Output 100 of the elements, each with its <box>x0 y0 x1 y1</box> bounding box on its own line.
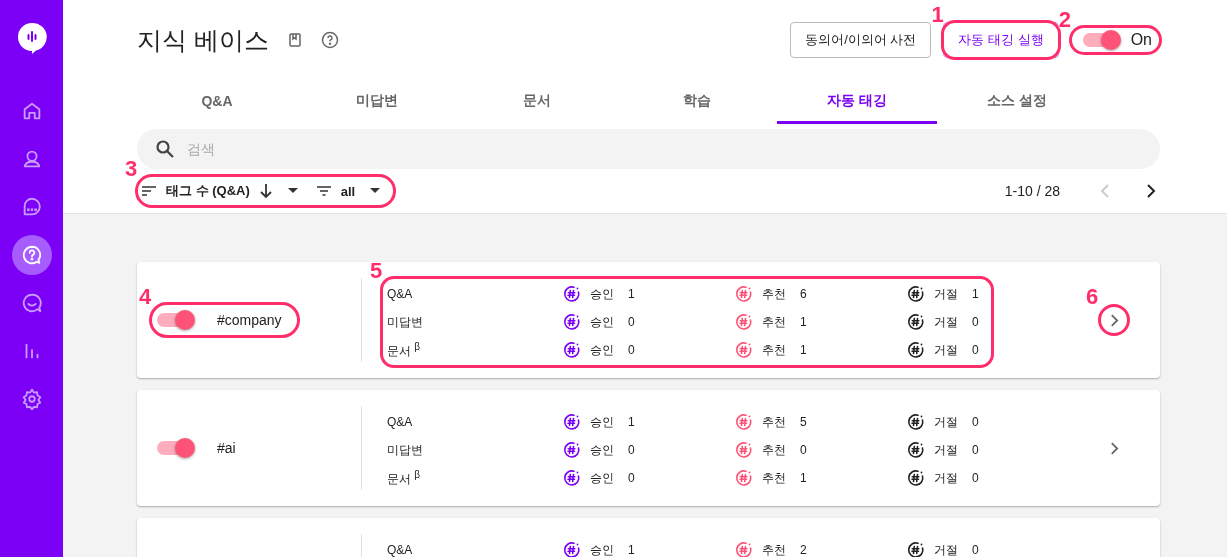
toggle-switch[interactable] <box>157 441 193 455</box>
logo-icon <box>16 22 47 54</box>
stat-label: 추천 <box>762 441 786 459</box>
stat-value: 1 <box>800 471 807 485</box>
hashtag-icon <box>562 540 582 557</box>
settings-icon <box>20 388 43 410</box>
stat-value: 0 <box>972 443 979 457</box>
hashtag-icon <box>906 412 926 432</box>
source-label: 미답변 <box>387 313 424 331</box>
caret-icon <box>287 188 298 194</box>
stat-label: 거절 <box>934 313 958 331</box>
stat-value: 0 <box>972 415 979 429</box>
caret-icon <box>370 188 381 194</box>
sort-icon <box>141 185 157 197</box>
chevron-right-icon <box>1146 184 1156 198</box>
stat-label: 거절 <box>934 413 958 431</box>
hashtag-icon <box>562 284 582 304</box>
callout-number: 4 <box>139 286 152 308</box>
callout-number: 5 <box>370 260 383 282</box>
stat-value: 1 <box>628 543 635 557</box>
stat-label: 추천 <box>762 469 786 487</box>
hashtag-icon <box>734 468 754 488</box>
toggle-switch[interactable] <box>157 313 193 327</box>
run-auto-tagging-button[interactable]: 자동 태깅 실행 <box>943 22 1059 58</box>
page-title: 지식 베이스 <box>137 24 269 56</box>
tab[interactable]: Q&A <box>137 80 297 124</box>
hashtag-icon <box>906 340 926 360</box>
stat-value: 0 <box>628 315 635 329</box>
tab[interactable]: 자동 태깅 <box>777 80 937 124</box>
stat-value: 1 <box>972 287 979 301</box>
stat-label: 거절 <box>934 541 958 557</box>
stat-label: 거절 <box>934 285 958 303</box>
stat-value: 1 <box>800 315 807 329</box>
stat-value: 0 <box>628 343 635 357</box>
stat-label: 추천 <box>762 313 786 331</box>
hashtag-icon <box>562 440 582 460</box>
hashtag-icon <box>906 312 926 332</box>
filter-dropdown[interactable]: all <box>315 179 381 203</box>
hashtag-icon <box>734 284 754 304</box>
stat-value: 1 <box>800 343 807 357</box>
tab[interactable]: 미답변 <box>297 80 457 124</box>
stat-label: 승인 <box>590 313 614 331</box>
tag-name: #company <box>217 312 282 328</box>
callout-outline <box>1098 304 1130 336</box>
stat-label: 승인 <box>590 413 614 431</box>
stat-label: 거절 <box>934 341 958 359</box>
filter-icon <box>315 185 332 197</box>
question-bubble-icon <box>20 244 43 266</box>
callout-number: 1 <box>931 4 944 26</box>
tab[interactable]: 문서 <box>457 80 617 124</box>
stat-label: 추천 <box>762 541 786 557</box>
hashtag-icon <box>562 312 582 332</box>
stat-value: 0 <box>972 471 979 485</box>
source-label: Q&A <box>387 415 414 429</box>
stat-label: 승인 <box>590 341 614 359</box>
stat-label: 거절 <box>934 441 958 459</box>
stat-value: 2 <box>800 543 807 557</box>
stat-value: 6 <box>800 287 807 301</box>
tab[interactable]: 소스 설정 <box>937 80 1097 124</box>
chevron-left-icon <box>1100 184 1110 198</box>
hashtag-icon <box>734 440 754 460</box>
help-icon[interactable] <box>320 31 339 49</box>
hashtag-icon <box>734 412 754 432</box>
stat-value: 0 <box>628 443 635 457</box>
stat-value: 1 <box>628 415 635 429</box>
hashtag-icon <box>906 284 926 304</box>
hashtag-icon <box>734 540 754 557</box>
dictionary-button[interactable]: 동의어/이의어 사전 <box>790 22 932 58</box>
tag-name: #ai <box>217 440 236 456</box>
stat-value: 0 <box>972 543 979 557</box>
bookmark-icon[interactable] <box>286 32 303 48</box>
hashtag-icon <box>734 312 754 332</box>
toggle-switch[interactable] <box>1082 33 1119 47</box>
callout-number: 2 <box>1058 9 1071 31</box>
source-label: Q&A <box>387 543 414 557</box>
hashtag-icon <box>734 340 754 360</box>
stat-label: 승인 <box>590 441 614 459</box>
hashtag-icon <box>562 468 582 488</box>
source-label: 미답변 <box>387 441 424 459</box>
smile-bubble-icon <box>20 292 43 314</box>
stat-label: 승인 <box>590 469 614 487</box>
hashtag-icon <box>906 440 926 460</box>
hashtag-icon <box>562 412 582 432</box>
stat-label: 거절 <box>934 469 958 487</box>
sort-dropdown[interactable]: 태그 수 (Q&A) <box>141 178 298 204</box>
sidebar-item[interactable] <box>11 235 52 275</box>
stat-label: 승인 <box>590 541 614 557</box>
stat-value: 0 <box>972 343 979 357</box>
callout-number: 6 <box>1086 286 1099 308</box>
source-label: 문서 $^{β}$ <box>387 340 422 360</box>
hashtag-icon <box>906 540 926 557</box>
arrow-down-icon <box>258 183 273 199</box>
search-field[interactable]: 검색 <box>137 129 1160 169</box>
stat-value: 0 <box>628 471 635 485</box>
chevron-right-icon <box>1109 441 1119 455</box>
hashtag-icon <box>562 340 582 360</box>
tab[interactable]: 학습 <box>617 80 777 124</box>
source-label: 문서 $^{β}$ <box>387 468 422 488</box>
stat-label: 추천 <box>762 413 786 431</box>
stat-value: 1 <box>628 287 635 301</box>
